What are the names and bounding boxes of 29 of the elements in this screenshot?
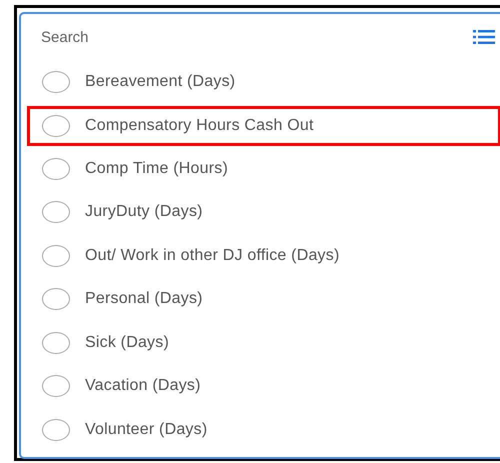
option-item[interactable]: Out/ Work in other DJ office (Days) xyxy=(27,234,500,278)
option-item[interactable]: Comp Time (Hours) xyxy=(27,147,500,190)
option-item[interactable]: Sick (Days) xyxy=(27,321,500,364)
option-label: Compensatory Hours Cash Out xyxy=(85,116,314,134)
radio-button[interactable] xyxy=(42,70,70,93)
option-label: Vacation (Days) xyxy=(85,377,201,396)
radio-button[interactable] xyxy=(42,375,70,398)
radio-button[interactable] xyxy=(42,332,70,354)
radio-button[interactable] xyxy=(42,418,70,441)
option-label: Comp Time (Hours) xyxy=(85,160,228,178)
option-item[interactable]: Personal (Days) xyxy=(27,278,500,321)
radio-button[interactable] xyxy=(42,114,70,136)
radio-button[interactable] xyxy=(42,158,70,180)
list-icon[interactable] xyxy=(473,29,495,45)
option-item[interactable]: Vacation (Days) xyxy=(27,364,500,408)
option-label: Out/ Work in other DJ office (Days) xyxy=(85,246,340,265)
radio-button[interactable] xyxy=(42,201,70,224)
option-label: Bereavement (Days) xyxy=(85,72,236,91)
option-item[interactable]: Bereavement (Days) xyxy=(27,60,500,104)
radio-button[interactable] xyxy=(42,288,70,310)
option-label: Personal (Days) xyxy=(85,290,203,308)
radio-button[interactable] xyxy=(42,244,70,267)
option-label: Sick (Days) xyxy=(85,334,169,352)
search-field[interactable]: Search xyxy=(27,28,473,46)
option-item[interactable]: Compensatory Hours Cash Out xyxy=(27,106,500,146)
option-label: JuryDuty (Days) xyxy=(85,203,203,222)
option-item[interactable]: Volunteer (Days) xyxy=(27,408,500,452)
option-item[interactable]: JuryDuty (Days) xyxy=(27,190,500,234)
option-label: Volunteer (Days) xyxy=(85,420,208,439)
